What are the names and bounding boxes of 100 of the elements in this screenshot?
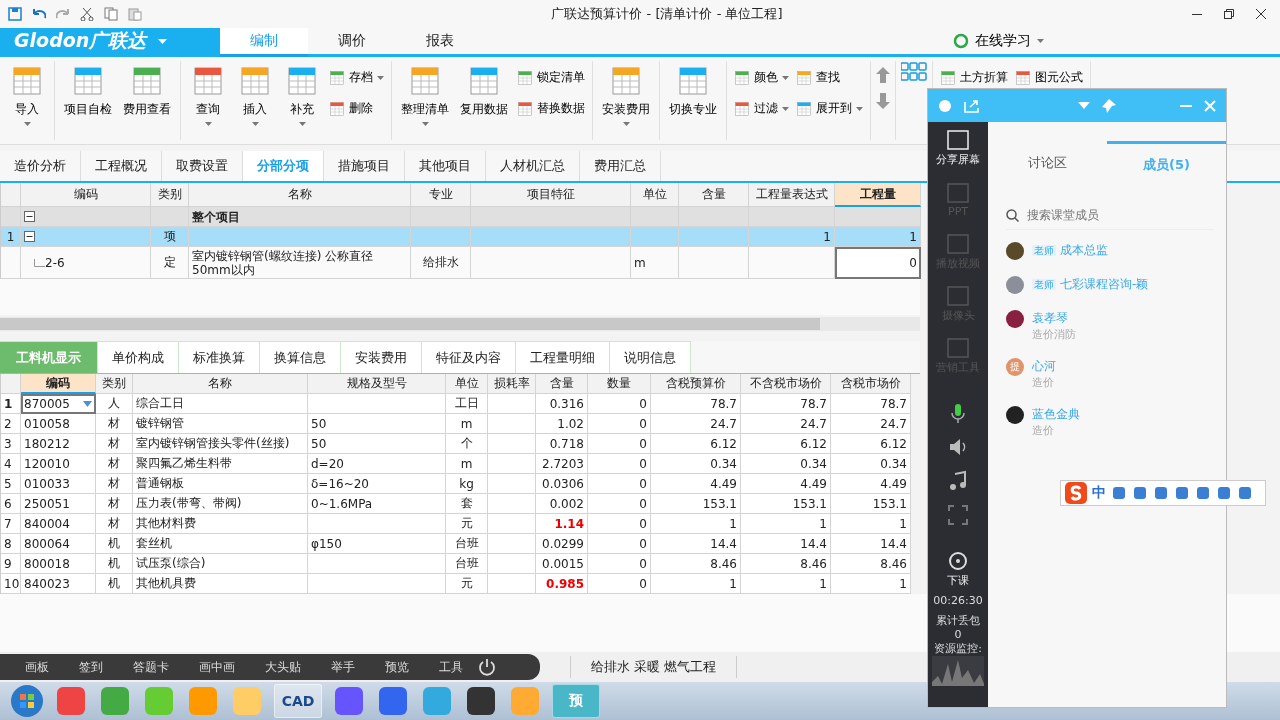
classroom-tool-button[interactable]: 画中画 [184, 658, 250, 676]
search-field[interactable]: 搜索课堂成员 [1025, 207, 1199, 223]
toolbar-button[interactable]: 复用数据 [456, 61, 512, 122]
panel-tab[interactable]: 讨论区 [988, 141, 1107, 185]
sheet-tab[interactable]: 造价分析 [0, 151, 81, 181]
row-number: 2 [1, 414, 21, 434]
column-header[interactable]: 项目特征 [471, 183, 631, 207]
column-header[interactable]: 类别 [96, 374, 133, 394]
column-header[interactable]: 名称 [133, 374, 308, 394]
column-header[interactable]: 规格及型号 [308, 374, 446, 394]
classroom-tool-button[interactable]: 画板 [10, 658, 64, 676]
table-cell: 0.34 [651, 454, 741, 474]
sheet-tab[interactable]: 其他项目 [405, 151, 486, 181]
taskbar-app[interactable]: CAD [274, 684, 322, 718]
table-cell: 0 [588, 414, 651, 434]
column-header[interactable]: 编码 [21, 374, 96, 394]
table-cell: 4.49 [831, 474, 911, 494]
toolbar-button[interactable]: 补充 [280, 61, 324, 130]
column-header[interactable]: 单位 [446, 374, 488, 394]
table-cell: 综合工日 [133, 394, 308, 414]
member-role: 造价 [1032, 375, 1055, 390]
sheet-tab[interactable]: 费用汇总 [580, 151, 661, 181]
ribbon-tab[interactable]: 调价 [308, 28, 396, 54]
classroom-tool-button[interactable]: 预览 [370, 658, 424, 676]
packet-loss-value: 0 [954, 628, 962, 642]
toolbar-button[interactable]: 插入 [233, 61, 277, 130]
toolbar-button[interactable]: 安装费用 [598, 61, 654, 130]
column-header[interactable]: 含量 [679, 183, 749, 207]
toolbar-button[interactable]: 存档 [327, 67, 386, 88]
column-header[interactable]: 数量 [588, 374, 651, 394]
column-header[interactable]: 含税预算价 [651, 374, 741, 394]
column-header[interactable]: 专业 [411, 183, 471, 207]
column-header[interactable]: 类别 [151, 183, 189, 207]
table-cell: d=20 [308, 454, 446, 474]
table-cell: 0 [588, 454, 651, 474]
column-header[interactable]: 工程量表达式 [749, 183, 835, 207]
column-header[interactable]: 不含税市场价 [741, 374, 831, 394]
classroom-tool-button[interactable]: 大头贴 [250, 658, 316, 676]
classroom-tool-button[interactable]: 签到 [64, 658, 118, 676]
sidebar-button[interactable]: 分享屏幕 [928, 122, 988, 174]
table-cell: 0 [588, 394, 651, 414]
toolbar-button[interactable]: 整理清单 [397, 61, 453, 130]
row-number: 4 [1, 454, 21, 474]
end-class-button[interactable]: 下课 [928, 542, 988, 594]
table-cell: 材 [96, 494, 133, 514]
detail-tab[interactable]: 工程量明细 [516, 341, 610, 373]
toolbar-button[interactable]: 切换专业 [665, 61, 721, 122]
table-cell: 室内镀锌钢管(螺纹连接) 公称直径50mm以内 [189, 247, 411, 279]
sheet-tab[interactable]: 工程概况 [81, 151, 162, 181]
toolbar-button[interactable]: 查找 [794, 67, 865, 88]
column-header[interactable]: 损耗率 [488, 374, 536, 394]
detail-tab[interactable]: 安装费用 [341, 341, 422, 373]
table-cell: 1 [835, 227, 921, 247]
table-cell: 材 [96, 434, 133, 454]
column-header[interactable]: 编码 [21, 183, 151, 207]
toolbar-button[interactable]: 图元公式 [1013, 67, 1085, 88]
table-cell: 台班 [446, 534, 488, 554]
table-cell: 24.7 [651, 414, 741, 434]
table-cell: 材 [96, 454, 133, 474]
detail-tab[interactable]: 换算信息 [260, 341, 341, 373]
online-learning-button[interactable]: 在线学习 [947, 31, 1050, 54]
table-cell: 试压泵(综合) [133, 554, 308, 574]
classroom-tool-button[interactable]: 答题卡 [118, 658, 184, 676]
detail-tab[interactable]: 特征及内容 [422, 341, 516, 373]
column-header[interactable]: 名称 [189, 183, 411, 207]
toolbar-button[interactable]: 项目自检 [60, 61, 116, 122]
toolbar-button[interactable]: 删除 [327, 98, 386, 119]
table-cell: 0.34 [741, 454, 831, 474]
column-header[interactable]: 单位 [631, 183, 679, 207]
ribbon-tab[interactable]: 报表 [396, 28, 484, 54]
input-mode[interactable]: 中 [1092, 484, 1106, 502]
toolbar-button[interactable]: 颜色 [732, 67, 791, 88]
row-number: 8 [1, 534, 21, 554]
toolbar-button[interactable]: 过滤 [732, 98, 791, 119]
toolbar-button[interactable]: 锁定清单 [515, 67, 587, 88]
sheet-tab[interactable]: 人材机汇总 [486, 151, 580, 181]
column-header[interactable]: 含税市场价 [831, 374, 911, 394]
classroom-tool-button[interactable]: 举手 [316, 658, 370, 676]
detail-tab[interactable]: 说明信息 [610, 341, 691, 373]
table-cell: 14.4 [651, 534, 741, 554]
toolbar-button[interactable]: 替换数据 [515, 98, 587, 119]
table-cell: 4.49 [651, 474, 741, 494]
table-cell: 套丝机 [133, 534, 308, 554]
table-cell: 0.316 [536, 394, 588, 414]
sheet-tab[interactable]: 措施项目 [324, 151, 405, 181]
column-header[interactable]: 工程量 [835, 183, 921, 207]
detail-tab[interactable]: 标准换算 [179, 341, 260, 373]
toolbar-button[interactable]: 导入 [5, 61, 49, 130]
detail-tab[interactable]: 单价构成 [98, 341, 179, 373]
table-cell: m [446, 454, 488, 474]
column-header[interactable]: 含量 [536, 374, 588, 394]
classroom-tool-button[interactable]: 工具 [424, 658, 478, 676]
toolbar-button[interactable]: 查询 [186, 61, 230, 130]
toolbar-button[interactable]: 展开到 [794, 98, 865, 119]
toolbar-button[interactable]: 土方折算 [938, 67, 1010, 88]
toolbar-button[interactable]: 费用查看 [119, 61, 175, 122]
table-cell: 普通钢板 [133, 474, 308, 494]
teacher-badge: 老师 [1032, 245, 1056, 256]
table-cell: 0.0015 [536, 554, 588, 574]
table-cell: 0.0299 [536, 534, 588, 554]
